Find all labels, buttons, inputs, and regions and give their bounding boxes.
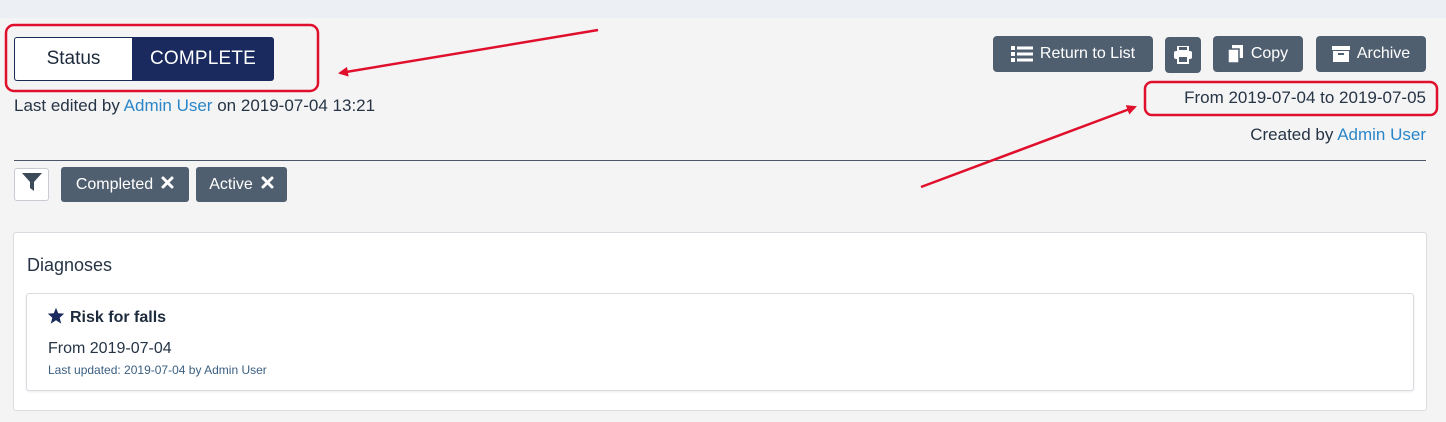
date-range: From 2019-07-04 to 2019-07-05	[1184, 88, 1426, 107]
copy-label: Copy	[1250, 45, 1289, 62]
close-icon[interactable]	[161, 176, 174, 194]
status-indicator: Status COMPLETE	[14, 37, 274, 81]
filter-icon	[21, 171, 43, 198]
annotation-arrow-status	[338, 28, 599, 77]
print-button[interactable]	[1165, 37, 1201, 73]
diagnoses-title: Diagnoses	[27, 255, 113, 275]
created-prefix: Created by	[1250, 125, 1334, 144]
list-icon	[1010, 45, 1033, 63]
star-icon	[47, 307, 65, 329]
diagnosis-from: From 2019-07-04	[48, 340, 172, 357]
filter-chip-completed[interactable]: Completed	[61, 167, 189, 202]
filter-chip-active[interactable]: Active	[196, 167, 287, 202]
return-to-list-label: Return to List	[1039, 45, 1136, 62]
diagnosis-updated: Last updated: 2019-07-04 by Admin User	[48, 363, 267, 377]
archive-button[interactable]: Archive	[1316, 36, 1426, 72]
close-icon[interactable]	[261, 176, 274, 194]
archive-icon	[1331, 46, 1350, 62]
annotation-arrow-daterange	[920, 105, 1137, 189]
header-divider	[14, 160, 1426, 161]
created-user-link[interactable]: Admin User	[1337, 125, 1426, 144]
filter-chip-label: Completed	[75, 175, 154, 193]
print-icon	[1173, 46, 1193, 64]
status-label: Status	[14, 37, 132, 81]
edited-on: on	[217, 96, 237, 115]
diagnosis-card[interactable]: Risk for falls From 2019-07-04 Last upda…	[26, 293, 1414, 391]
edited-prefix: Last edited by	[14, 96, 120, 115]
filter-chip-label: Active	[209, 175, 253, 193]
return-to-list-button[interactable]: Return to List	[993, 36, 1153, 72]
edited-user-link[interactable]: Admin User	[124, 96, 213, 115]
status-value: COMPLETE	[132, 37, 274, 81]
filter-button[interactable]	[14, 168, 49, 201]
copy-icon	[1227, 45, 1244, 63]
top-strip	[0, 0, 1446, 18]
archive-label: Archive	[1356, 45, 1411, 62]
created-by-text: Created by Admin User	[1250, 125, 1426, 145]
diagnosis-title: Risk for falls	[70, 309, 167, 326]
diagnoses-panel: Diagnoses Risk for falls From 2019-07-04…	[13, 232, 1427, 411]
last-edited-text: Last edited by Admin User on 2019-07-04 …	[14, 96, 375, 116]
edited-datetime: 2019-07-04 13:21	[240, 96, 376, 115]
copy-button[interactable]: Copy	[1213, 36, 1303, 72]
diagnosis-title-row: Risk for falls	[47, 307, 166, 329]
